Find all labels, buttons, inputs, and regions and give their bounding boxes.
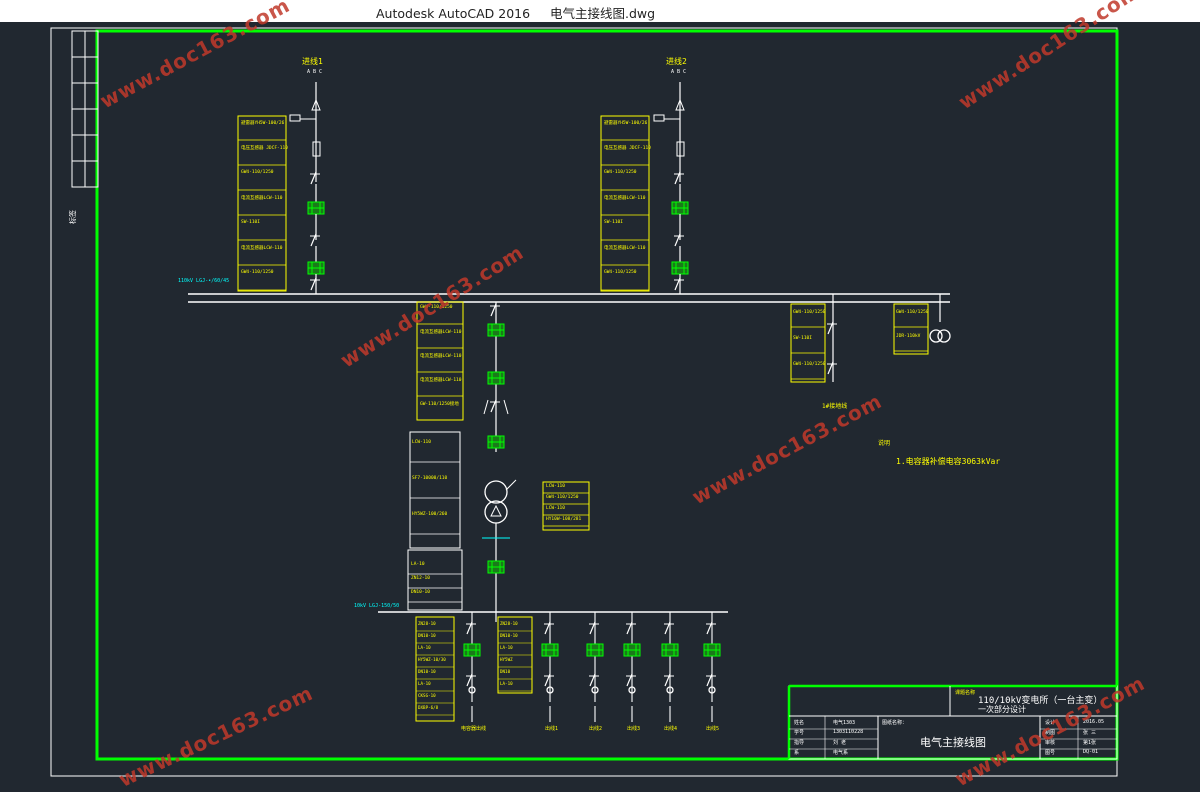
panel-text: 电流互感器LCW-110 [241,196,283,201]
app-title: Autodesk AutoCAD 2016 [376,6,531,21]
title-cell: 第1张 [1083,740,1097,746]
window-title: Autodesk AutoCAD 2016 电气主接线图.dwg [376,3,655,22]
feeder-label: 电容器出线 [461,726,487,732]
panel-text: 电流互感器LCW-110 [420,330,462,335]
electrical-diagram [50,27,1119,777]
panel-text: CKSG-10 [418,693,436,698]
equipment-panel [409,431,461,549]
panel-text: SW-110I [241,220,260,225]
left-strip-label: 标签 [69,210,77,224]
tap-arrow [505,479,517,491]
outer-frame [50,27,1118,777]
title-cell: DQ-01 [1083,749,1099,755]
panel-text: 电流互感器LCW-110 [604,196,646,201]
panel-text: ZN28-10 [500,621,518,626]
note-title: 说明 [878,440,891,447]
feeder-label: 出线3 [627,726,641,732]
panel-text: GW4-110/1250 [546,495,579,500]
panel-text: GW4-110/1250 [793,362,826,367]
panel-text: 电流互感器LCW-110 [241,246,283,251]
note-text: 1.电容器补偿电容3063kVar [896,457,1001,466]
panel-text: 电流互感器LCW-110 [604,246,646,251]
panel-text: HY5WZ-100/260 [412,512,448,517]
title-cell: 图号 [1045,750,1056,756]
title-cell: 刘 老 [833,740,847,746]
panel-text: ZN28-10 [418,621,436,626]
panel-text: 电压互感器 JDCF-110 [241,146,288,151]
incoming-label: 进线2 [666,57,687,66]
title-cell: 电气1303 [833,720,856,726]
panel-text: LCW-110 [412,440,431,445]
title-block-label: 课题名称 [955,690,976,696]
bus-110-label: 110kV LGJ-•/60/45 [178,278,230,284]
pt-winding [937,329,951,343]
panel-text: SW-110I [604,220,623,225]
title-cell: 电气系 [833,750,849,756]
title-cell: 张 三 [1083,730,1097,736]
panel-text: GW4-110/1250 [604,170,637,175]
panel-text: GW4-110/1250 [604,270,637,275]
arrester-symbol [289,114,301,122]
panel-text: LA-10 [411,562,425,567]
delta-symbol [490,504,502,517]
panel-text: ZN12-10 [411,576,430,581]
phase-label: A B C [671,69,687,75]
panel-text: SW-110I [793,336,812,341]
panel-text: 避雷器YH5W-100/26 [241,121,285,126]
switch-mark [503,399,509,415]
panel-text: HY5WZ-10/30 [418,657,446,662]
panel-text: 电流互感器LCW-110 [420,378,462,383]
window-titlebar: Autodesk AutoCAD 2016 电气主接线图.dwg [0,0,1200,23]
panel-text: DXBP-6/8 [418,705,439,710]
panel-text: JDR-110kV [896,334,921,339]
title-cell: 学号 [794,730,805,736]
panel-text: DN10-10 [500,633,518,638]
drawing-canvas[interactable]: 标签 进线1 A B C 避雷器YH5W-100/26 电压互感器 JDCF-110 GW… [0,0,1200,792]
title-block-subtitle: 一次部分设计 [978,705,1026,714]
title-cell: 指导 [794,740,805,746]
panel-text: 电压互感器 JDCF-110 [604,146,651,151]
panel-text: 电流互感器LCW-110 [420,354,462,359]
arrester-symbol [653,114,665,122]
panel-text: DN10-10 [418,633,436,638]
file-name: 电气主接线图.dwg [549,6,656,21]
panel-text: HY5WZ [500,657,513,662]
panel-text: 避雷器YH5W-100/26 [604,121,648,126]
feeder-label: 出线1 [545,726,559,732]
panel-text: DN10-10 [411,590,430,595]
feeder-label: 出线5 [706,726,720,732]
transformer-winding-2 [484,500,508,524]
panel-text: GW-110/1250接地 [420,402,459,407]
panel-text: DN10-10 [418,669,436,674]
transformer-winding-1 [484,480,508,504]
panel-text: LA-10 [500,645,513,650]
panel-text: LA-10 [418,645,431,650]
panel-text: LA-10 [418,681,431,686]
phase-label: A B C [307,69,323,75]
panel-text: LCW-110 [546,506,565,511]
drawing-name-label: 图纸名称： [882,720,908,726]
equipment-panel [790,303,826,383]
bus-10-label: 10kV LGJ-150/50 [354,603,400,609]
switch-mark [483,399,489,415]
panel-text: HY10W-108/281 [546,517,582,522]
title-cell: 姓名 [794,720,805,726]
panel-text: GW4-110/1250 [896,310,929,315]
panel-text: GW4-110/1250 [793,310,826,315]
feeder-label: 出线4 [664,726,678,732]
panel-text: LA-10 [500,681,513,686]
feeder-label: 出线2 [589,726,603,732]
panel-text: SF7-10000/110 [412,476,448,481]
panel-text: GW4-110/1250 [241,270,274,275]
panel-text: DN10 [500,669,511,674]
incoming-label: 进线1 [302,57,323,66]
panel-text: LCW-110 [546,484,565,489]
title-cell: 1303110228 [833,729,864,735]
title-cell: 系 [794,750,800,756]
panel-text: GW4-110/1250 [241,170,274,175]
drawing-name: 电气主接线图 [920,736,986,749]
